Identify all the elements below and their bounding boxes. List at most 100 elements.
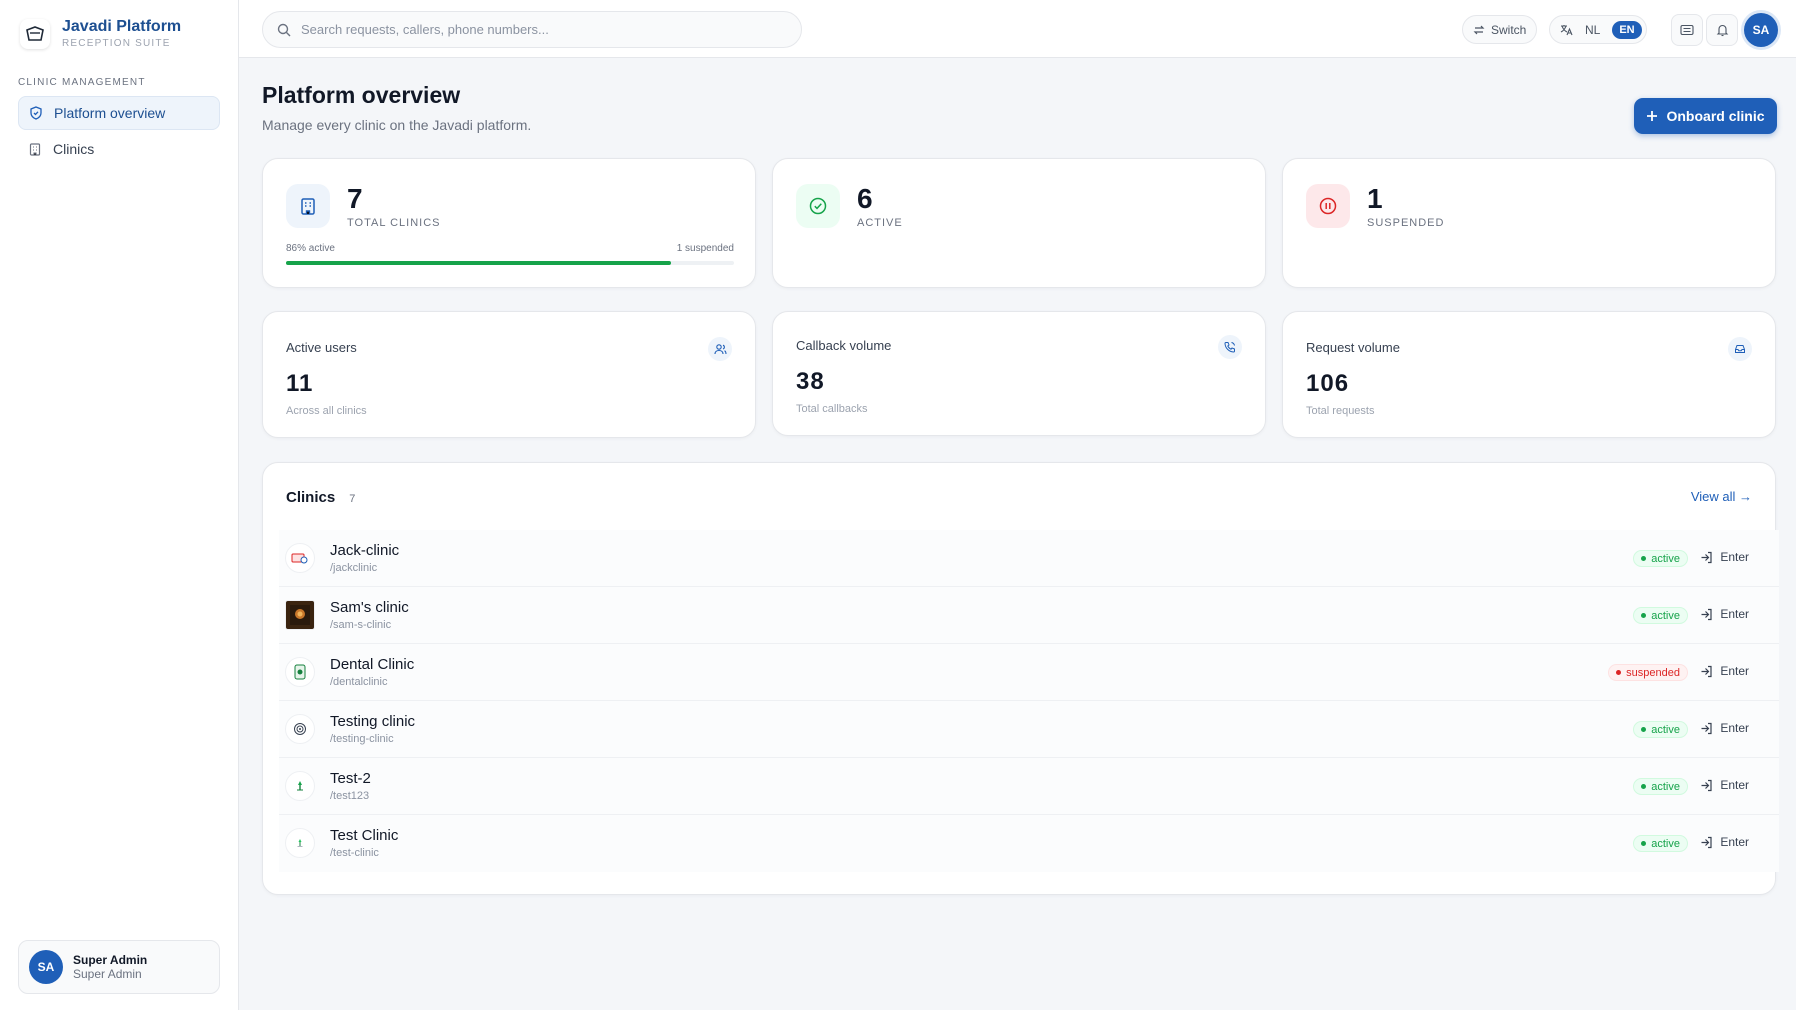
brand[interactable]: Javadi Platform RECEPTION SUITE [20, 18, 181, 49]
check-circle-icon [796, 184, 840, 228]
metric-subtitle: Total callbacks [796, 403, 868, 415]
building-icon [286, 184, 330, 228]
stat-label: TOTAL CLINICS [347, 217, 441, 229]
bell-icon [1716, 24, 1728, 37]
users-icon [708, 337, 732, 361]
enter-icon [1701, 779, 1712, 791]
account-avatar[interactable]: SA [1744, 13, 1778, 47]
status-badge: suspended [1608, 664, 1688, 681]
search-bar[interactable] [262, 11, 802, 48]
onboard-clinic-button[interactable]: Onboard clinic [1634, 98, 1777, 134]
clinics-list-card: Clinics 7 View all → Jack-clinic /jackcl… [262, 462, 1779, 895]
clinics-list-title: Clinics [286, 489, 336, 506]
enter-button[interactable]: Enter [1700, 550, 1749, 564]
clinic-name: Testing clinic [330, 713, 416, 730]
search-icon [277, 23, 291, 36]
sidebar: Javadi Platform RECEPTION SUITE CLINIC M… [0, 0, 239, 1010]
clinic-slug: /test-clinic [330, 847, 379, 859]
stat-card-suspended: 1 SUSPENDED [1282, 158, 1776, 288]
metric-card-callback-volume: Callback volume 38 Total callbacks [772, 311, 1266, 436]
enter-icon [1701, 836, 1712, 848]
metric-value: 38 [796, 368, 825, 395]
stat-label: ACTIVE [857, 217, 903, 229]
enter-button[interactable]: Enter [1700, 607, 1749, 621]
metric-value: 11 [286, 370, 314, 397]
active-progress-fill [286, 261, 672, 265]
keyboard-icon [1680, 24, 1694, 36]
clinic-name: Test-2 [330, 770, 371, 787]
clinic-name: Dental Clinic [330, 656, 415, 673]
sidebar-section-label: CLINIC MANAGEMENT [18, 77, 146, 88]
clinic-row[interactable]: Testing clinic /testing-clinic active En… [279, 701, 1779, 758]
metric-value: 106 [1306, 370, 1350, 397]
enter-icon [1701, 722, 1712, 734]
clinic-logo-icon [285, 714, 315, 744]
sidebar-item-label: Clinics [53, 141, 95, 157]
metric-card-request-volume: Request volume 106 Total requests [1282, 311, 1776, 438]
clinic-row[interactable]: Test Clinic /test-clinic active Enter [279, 815, 1779, 872]
stat-card-active: 6 ACTIVE [772, 158, 1266, 288]
clinic-logo-icon [285, 828, 315, 858]
view-all-link[interactable]: View all → [1691, 489, 1752, 504]
lang-nl[interactable]: NL [1579, 23, 1606, 37]
progress-meta: 86% active 1 suspended [286, 243, 734, 254]
language-toggle[interactable]: NL EN [1549, 15, 1647, 44]
building-icon [29, 143, 41, 156]
metric-title: Callback volume [796, 338, 892, 353]
clinic-slug: /test123 [330, 790, 370, 802]
keyboard-button[interactable] [1671, 14, 1703, 46]
notifications-button[interactable] [1706, 14, 1738, 46]
clinic-name: Sam's clinic [330, 599, 409, 616]
clinic-name: Test Clinic [330, 827, 399, 844]
logo-icon [20, 18, 50, 49]
enter-button[interactable]: Enter [1700, 721, 1749, 735]
phone-icon [1218, 335, 1242, 359]
topbar: Switch NL EN SA [239, 0, 1796, 58]
clinics-count: 7 [349, 493, 356, 505]
clinic-row[interactable]: Sam's clinic /sam-s-clinic active Enter [279, 587, 1779, 644]
clinic-slug: /testing-clinic [330, 733, 394, 745]
status-badge: active [1633, 607, 1688, 624]
clinic-logo-icon [285, 543, 315, 573]
clinic-name: Jack-clinic [330, 542, 400, 559]
enter-button[interactable]: Enter [1700, 778, 1749, 792]
sidebar-item-clinics[interactable]: Clinics [18, 132, 220, 166]
plus-icon [1647, 111, 1658, 121]
brand-subtitle: RECEPTION SUITE [62, 38, 171, 49]
progress-active-label: 86% active [286, 243, 335, 254]
clinic-row[interactable]: Dental Clinic /dentalclinic suspended En… [279, 644, 1779, 701]
metric-subtitle: Across all clinics [286, 405, 367, 417]
clinic-row[interactable]: Test-2 /test123 active Enter [279, 758, 1779, 815]
clinic-logo-icon [285, 657, 315, 687]
metric-title: Active users [286, 340, 357, 355]
user-role: Super Admin [73, 967, 142, 981]
metric-subtitle: Total requests [1306, 405, 1375, 417]
clinic-slug: /dentalclinic [330, 676, 388, 688]
clinic-row[interactable]: Jack-clinic /jackclinic active Enter [279, 530, 1779, 587]
switch-button[interactable]: Switch [1462, 15, 1538, 44]
status-badge: active [1633, 721, 1688, 738]
stat-value: 7 [347, 183, 363, 214]
translate-icon [1560, 25, 1573, 36]
active-progress-bar [286, 261, 734, 265]
user-card[interactable]: SA Super Admin Super Admin [18, 940, 220, 994]
switch-label: Switch [1491, 22, 1527, 37]
lang-en[interactable]: EN [1612, 20, 1642, 39]
stat-value: 6 [857, 183, 873, 214]
status-badge: active [1633, 835, 1688, 852]
status-badge: active [1633, 550, 1688, 567]
page-subtitle: Manage every clinic on the Javadi platfo… [262, 117, 532, 133]
inbox-icon [1728, 337, 1752, 361]
metric-card-active-users: Active users 11 Across all clinics [262, 311, 756, 438]
progress-suspended-label: 1 suspended [676, 243, 734, 254]
clinic-logo-icon [285, 600, 315, 630]
stat-label: SUSPENDED [1367, 217, 1445, 229]
sidebar-item-platform-overview[interactable]: Platform overview [18, 96, 220, 130]
swap-icon [1473, 25, 1485, 34]
stat-card-total-clinics: 7 TOTAL CLINICS 86% active 1 suspended [262, 158, 756, 288]
brand-name: Javadi Platform [62, 18, 182, 35]
status-badge: active [1633, 778, 1688, 795]
enter-button[interactable]: Enter [1700, 664, 1749, 678]
search-input[interactable] [301, 22, 781, 37]
enter-button[interactable]: Enter [1700, 835, 1749, 849]
